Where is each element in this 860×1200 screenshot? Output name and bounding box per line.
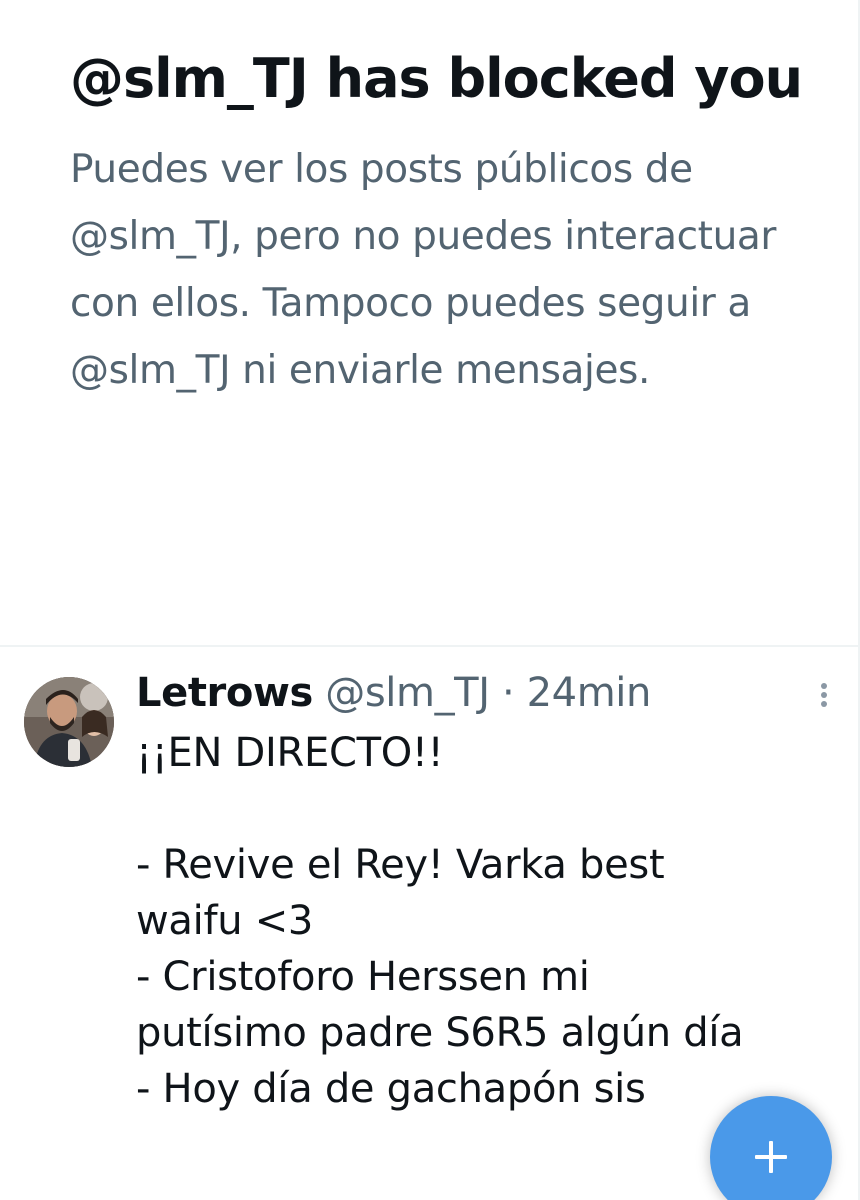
- tweet-line: waifu <3: [136, 898, 314, 944]
- blocked-title: @slm_TJ has blocked you: [70, 47, 803, 110]
- tweet-text: ¡¡EN DIRECTO!! - Revive el Rey! Varka be…: [136, 725, 860, 1117]
- tweet-timestamp[interactable]: 24min: [527, 670, 652, 716]
- more-options-button[interactable]: [806, 677, 842, 713]
- blocked-notice: @slm_TJ has blocked you Puedes ver los p…: [70, 38, 810, 404]
- header-separator: ·: [501, 670, 515, 716]
- author-name[interactable]: Letrows: [136, 670, 313, 716]
- blocked-description: Puedes ver los posts públicos de @slm_TJ…: [70, 147, 777, 393]
- tweet-line: putísimo padre S6R5 algún día: [136, 1010, 744, 1056]
- avatar[interactable]: [24, 677, 114, 767]
- plus-icon: [755, 1141, 787, 1173]
- screen: @slm_TJ has blocked you Puedes ver los p…: [0, 0, 860, 1200]
- author-handle[interactable]: @slm_TJ: [325, 670, 490, 716]
- tweet-header: Letrows @slm_TJ · 24min: [136, 665, 651, 721]
- tweet-line: [136, 781, 860, 837]
- tweet-line: - Cristoforo Herssen mi: [136, 954, 590, 1000]
- tweet-line: - Revive el Rey! Varka best: [136, 842, 665, 888]
- tweet-line: ¡¡EN DIRECTO!!: [136, 730, 444, 776]
- avatar-photo-icon: [24, 677, 114, 767]
